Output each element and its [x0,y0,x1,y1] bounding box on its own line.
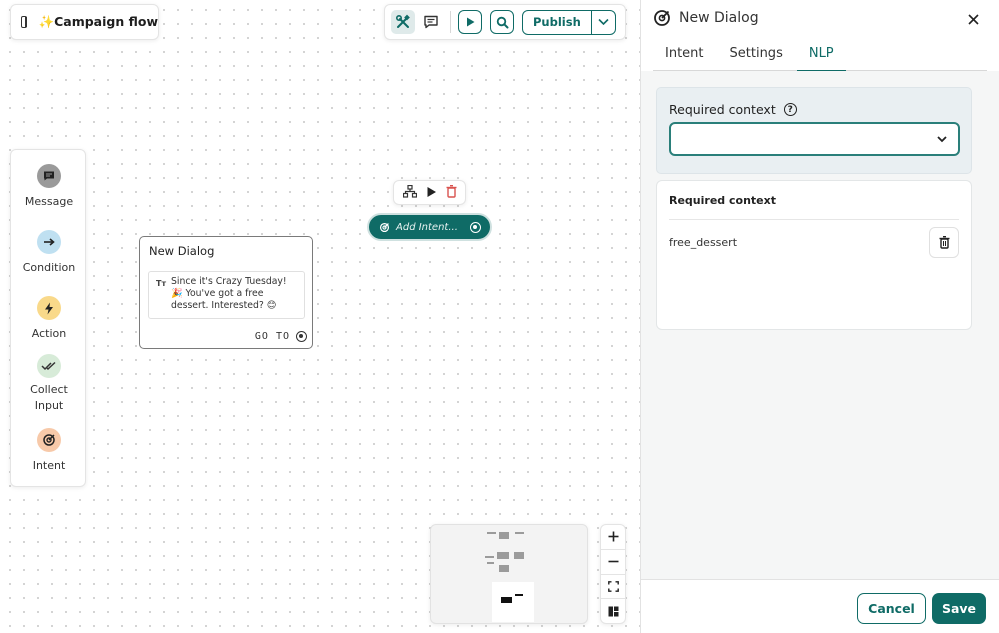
dialog-settings-panel: New Dialog Intent Settings NLP Required … [640,0,999,633]
minimap-node [485,556,494,558]
chevron-down-icon [937,136,947,143]
minimap-node [514,552,524,559]
add-intent-label: Add Intent... [396,221,458,233]
palette-item-condition[interactable]: Condition [11,230,87,276]
auto-layout-button[interactable] [601,599,625,623]
target-icon [654,10,670,26]
minimap-node [499,565,509,572]
palette-label: Condition [22,261,76,274]
minus-icon [608,560,618,563]
tools-button[interactable] [391,10,415,34]
node-action-bar [393,180,466,205]
dialog-node[interactable]: New Dialog Tт Since it's Crazy Tuesday! … [139,236,313,349]
palette-label: Intent [32,459,66,472]
hierarchy-button[interactable] [402,183,417,202]
minimap-node [487,562,494,564]
sidebar-toggle-icon[interactable] [21,16,27,28]
minimap-node [487,532,496,534]
flow-canvas[interactable]: ✨Campaign flow Publish Message Condition… [0,0,640,633]
help-icon[interactable]: ? [783,103,797,116]
delete-context-button[interactable] [929,227,959,258]
text-type-icon: Tт [156,279,167,288]
palette-item-collect-input[interactable]: Collect Input [11,354,87,414]
search-icon [496,16,508,28]
publish-button[interactable]: Publish [523,11,591,34]
trash-icon [446,184,456,198]
required-context-select[interactable] [669,122,960,156]
required-context-field: Required context ? [656,87,972,174]
comment-icon [424,15,438,29]
toolbar-divider [450,11,451,33]
comments-button[interactable] [419,10,443,34]
target-icon [37,428,61,452]
zoom-in-button[interactable] [601,525,625,550]
minimap-node [497,552,509,559]
message-icon [37,164,61,188]
tab-settings[interactable]: Settings [716,44,797,71]
minimap-viewport[interactable] [492,582,534,622]
close-panel-button[interactable] [968,10,979,29]
context-value: free_dessert [669,235,738,249]
play-node-button[interactable] [426,183,437,202]
nlp-tab-content: Required context ? Required context free… [641,71,999,579]
zoom-controls [600,524,626,624]
required-context-list: Required context free_dessert [656,180,972,330]
panel-header: New Dialog [653,8,987,28]
arrow-right-icon [37,230,61,254]
close-icon [968,14,979,25]
bolt-icon [37,296,61,320]
canvas-toolbar: Publish [384,4,626,40]
add-intent-node[interactable]: Add Intent... [367,213,492,241]
field-label: Required context [669,102,776,117]
palette-item-message[interactable]: Message [11,164,87,210]
fit-view-button[interactable] [601,575,625,600]
plus-icon [608,531,618,542]
list-item: free_dessert [669,227,959,258]
context-list-title: Required context [669,194,776,207]
goto-handle-icon[interactable] [296,331,307,342]
divider [669,219,959,220]
hierarchy-icon [402,184,417,198]
node-title: New Dialog [149,244,215,258]
run-button[interactable] [458,10,482,34]
trash-icon [939,236,949,249]
chevron-down-icon [598,18,609,26]
minimap[interactable] [430,524,588,624]
play-icon [427,187,436,197]
palette-item-action[interactable]: Action [11,296,87,342]
tab-nlp[interactable]: NLP [796,44,846,72]
goto-label: GO TO [254,331,290,342]
layout-icon [608,606,618,617]
required-context-label: Required context ? [669,102,797,117]
zoom-out-button[interactable] [601,550,625,575]
panel-tabs: Intent Settings NLP [653,44,987,72]
minimap-node [499,532,509,539]
minimap-node [515,532,524,534]
delete-node-button[interactable] [446,183,457,202]
palette-label: Collect Input [30,383,68,412]
play-icon [467,17,475,27]
search-button[interactable] [490,10,514,34]
fit-view-icon [607,580,619,592]
flow-title-card: ✨Campaign flow [10,4,159,40]
target-icon [379,222,390,232]
palette-item-intent[interactable]: Intent [11,428,87,474]
flow-title: ✨Campaign flow [38,14,158,29]
panel-footer: Cancel Save [641,579,999,633]
double-check-icon [37,354,61,378]
publish-group: Publish [522,9,616,35]
save-button[interactable]: Save [932,593,986,624]
cancel-button[interactable]: Cancel [857,593,926,624]
node-palette: Message Condition Action Collect Input I… [10,149,86,487]
palette-label: Message [24,195,74,208]
panel-title: New Dialog [679,10,759,26]
palette-label: Action [31,327,67,340]
tab-intent[interactable]: Intent [653,44,716,71]
publish-options-button[interactable] [590,10,615,34]
tools-icon [395,14,410,28]
intent-handle-icon[interactable] [470,222,481,233]
message-text: Since it's Crazy Tuesday! 🎉 You've got a… [171,276,287,312]
message-block[interactable]: Tт Since it's Crazy Tuesday! 🎉 You've go… [148,271,305,319]
